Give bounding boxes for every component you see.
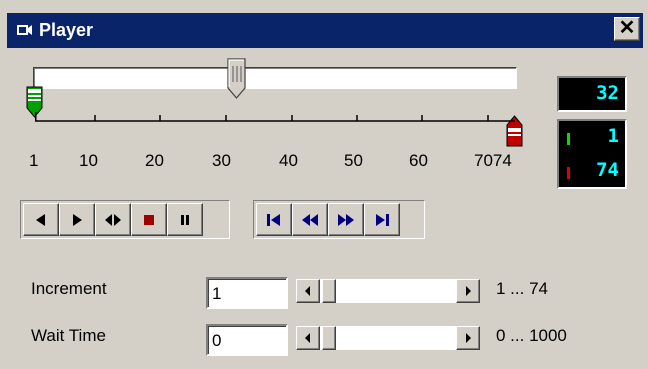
navigation-controls <box>253 200 425 239</box>
wait-time-scroll-left-button[interactable] <box>296 326 320 350</box>
current-frame-value: 32 <box>596 82 619 104</box>
tick-label: 50 <box>344 151 363 170</box>
play-both-button[interactable] <box>95 203 131 236</box>
tick-label: 7074 <box>474 151 512 170</box>
play-forward-button[interactable] <box>59 203 95 236</box>
increment-range: 1 ... 74 <box>496 279 548 298</box>
title-bar[interactable]: Player ✕ <box>7 13 643 48</box>
rewind-icon <box>302 213 318 226</box>
wait-time-scroll-track[interactable] <box>320 326 456 350</box>
fast-forward-icon <box>338 213 354 226</box>
increment-scroll-track[interactable] <box>320 279 456 303</box>
skip-to-end-icon <box>376 213 389 226</box>
play-reverse-icon <box>36 213 45 226</box>
wait-time-scroll-thumb[interactable] <box>322 326 336 350</box>
wait-time-field[interactable]: 0 <box>206 324 288 356</box>
frame-range-display: 1 74 <box>557 119 627 189</box>
wait-time-scrollbar[interactable] <box>296 326 480 350</box>
tick-label: 40 <box>279 151 298 170</box>
frame-scale <box>35 112 515 122</box>
increment-scroll-left-button[interactable] <box>296 279 320 303</box>
increment-scrollbar[interactable] <box>296 279 480 303</box>
frame-slider-track[interactable] <box>33 67 517 89</box>
current-frame-display: 32 <box>557 76 627 112</box>
step-back-button[interactable] <box>23 203 59 236</box>
range-start-value: 1 <box>607 125 619 147</box>
tick-label: 60 <box>409 151 428 170</box>
arrow-right-icon <box>466 286 471 296</box>
tick-label: 30 <box>212 151 231 170</box>
stop-icon <box>144 214 154 225</box>
start-indicator <box>567 133 570 145</box>
arrow-right-icon <box>466 333 471 343</box>
wait-time-range: 0 ... 1000 <box>496 326 567 345</box>
rewind-button[interactable] <box>292 203 328 236</box>
playback-controls <box>20 200 230 239</box>
arrow-left-icon <box>305 333 310 343</box>
range-end-value: 74 <box>596 159 619 181</box>
increment-field[interactable]: 1 <box>206 277 288 309</box>
window-title: Player <box>39 20 94 40</box>
pause-button[interactable] <box>167 203 203 236</box>
increment-scroll-right-button[interactable] <box>456 279 480 303</box>
player-window: Player ✕ 1 10 20 30 40 50 60 7074 32 1 7… <box>0 0 648 369</box>
play-icon <box>73 213 82 226</box>
close-icon: ✕ <box>618 17 636 39</box>
close-button[interactable]: ✕ <box>614 17 640 41</box>
fast-forward-button[interactable] <box>328 203 364 236</box>
go-to-last-button[interactable] <box>364 203 400 236</box>
frame-slider-thumb[interactable] <box>227 58 247 100</box>
increment-label: Increment <box>31 279 107 298</box>
arrow-left-icon <box>305 286 310 296</box>
skip-to-start-icon <box>267 213 280 226</box>
play-both-icon <box>105 213 121 226</box>
stop-button[interactable] <box>131 203 167 236</box>
player-app-icon <box>17 25 32 35</box>
wait-time-scroll-right-button[interactable] <box>456 326 480 350</box>
wait-time-label: Wait Time <box>31 326 106 345</box>
tick-label: 10 <box>79 151 98 170</box>
tick-label: 20 <box>145 151 164 170</box>
tick-label: 1 <box>29 151 39 170</box>
increment-scroll-thumb[interactable] <box>322 279 336 303</box>
end-indicator <box>567 167 570 179</box>
go-to-first-button[interactable] <box>256 203 292 236</box>
pause-icon <box>181 214 189 225</box>
